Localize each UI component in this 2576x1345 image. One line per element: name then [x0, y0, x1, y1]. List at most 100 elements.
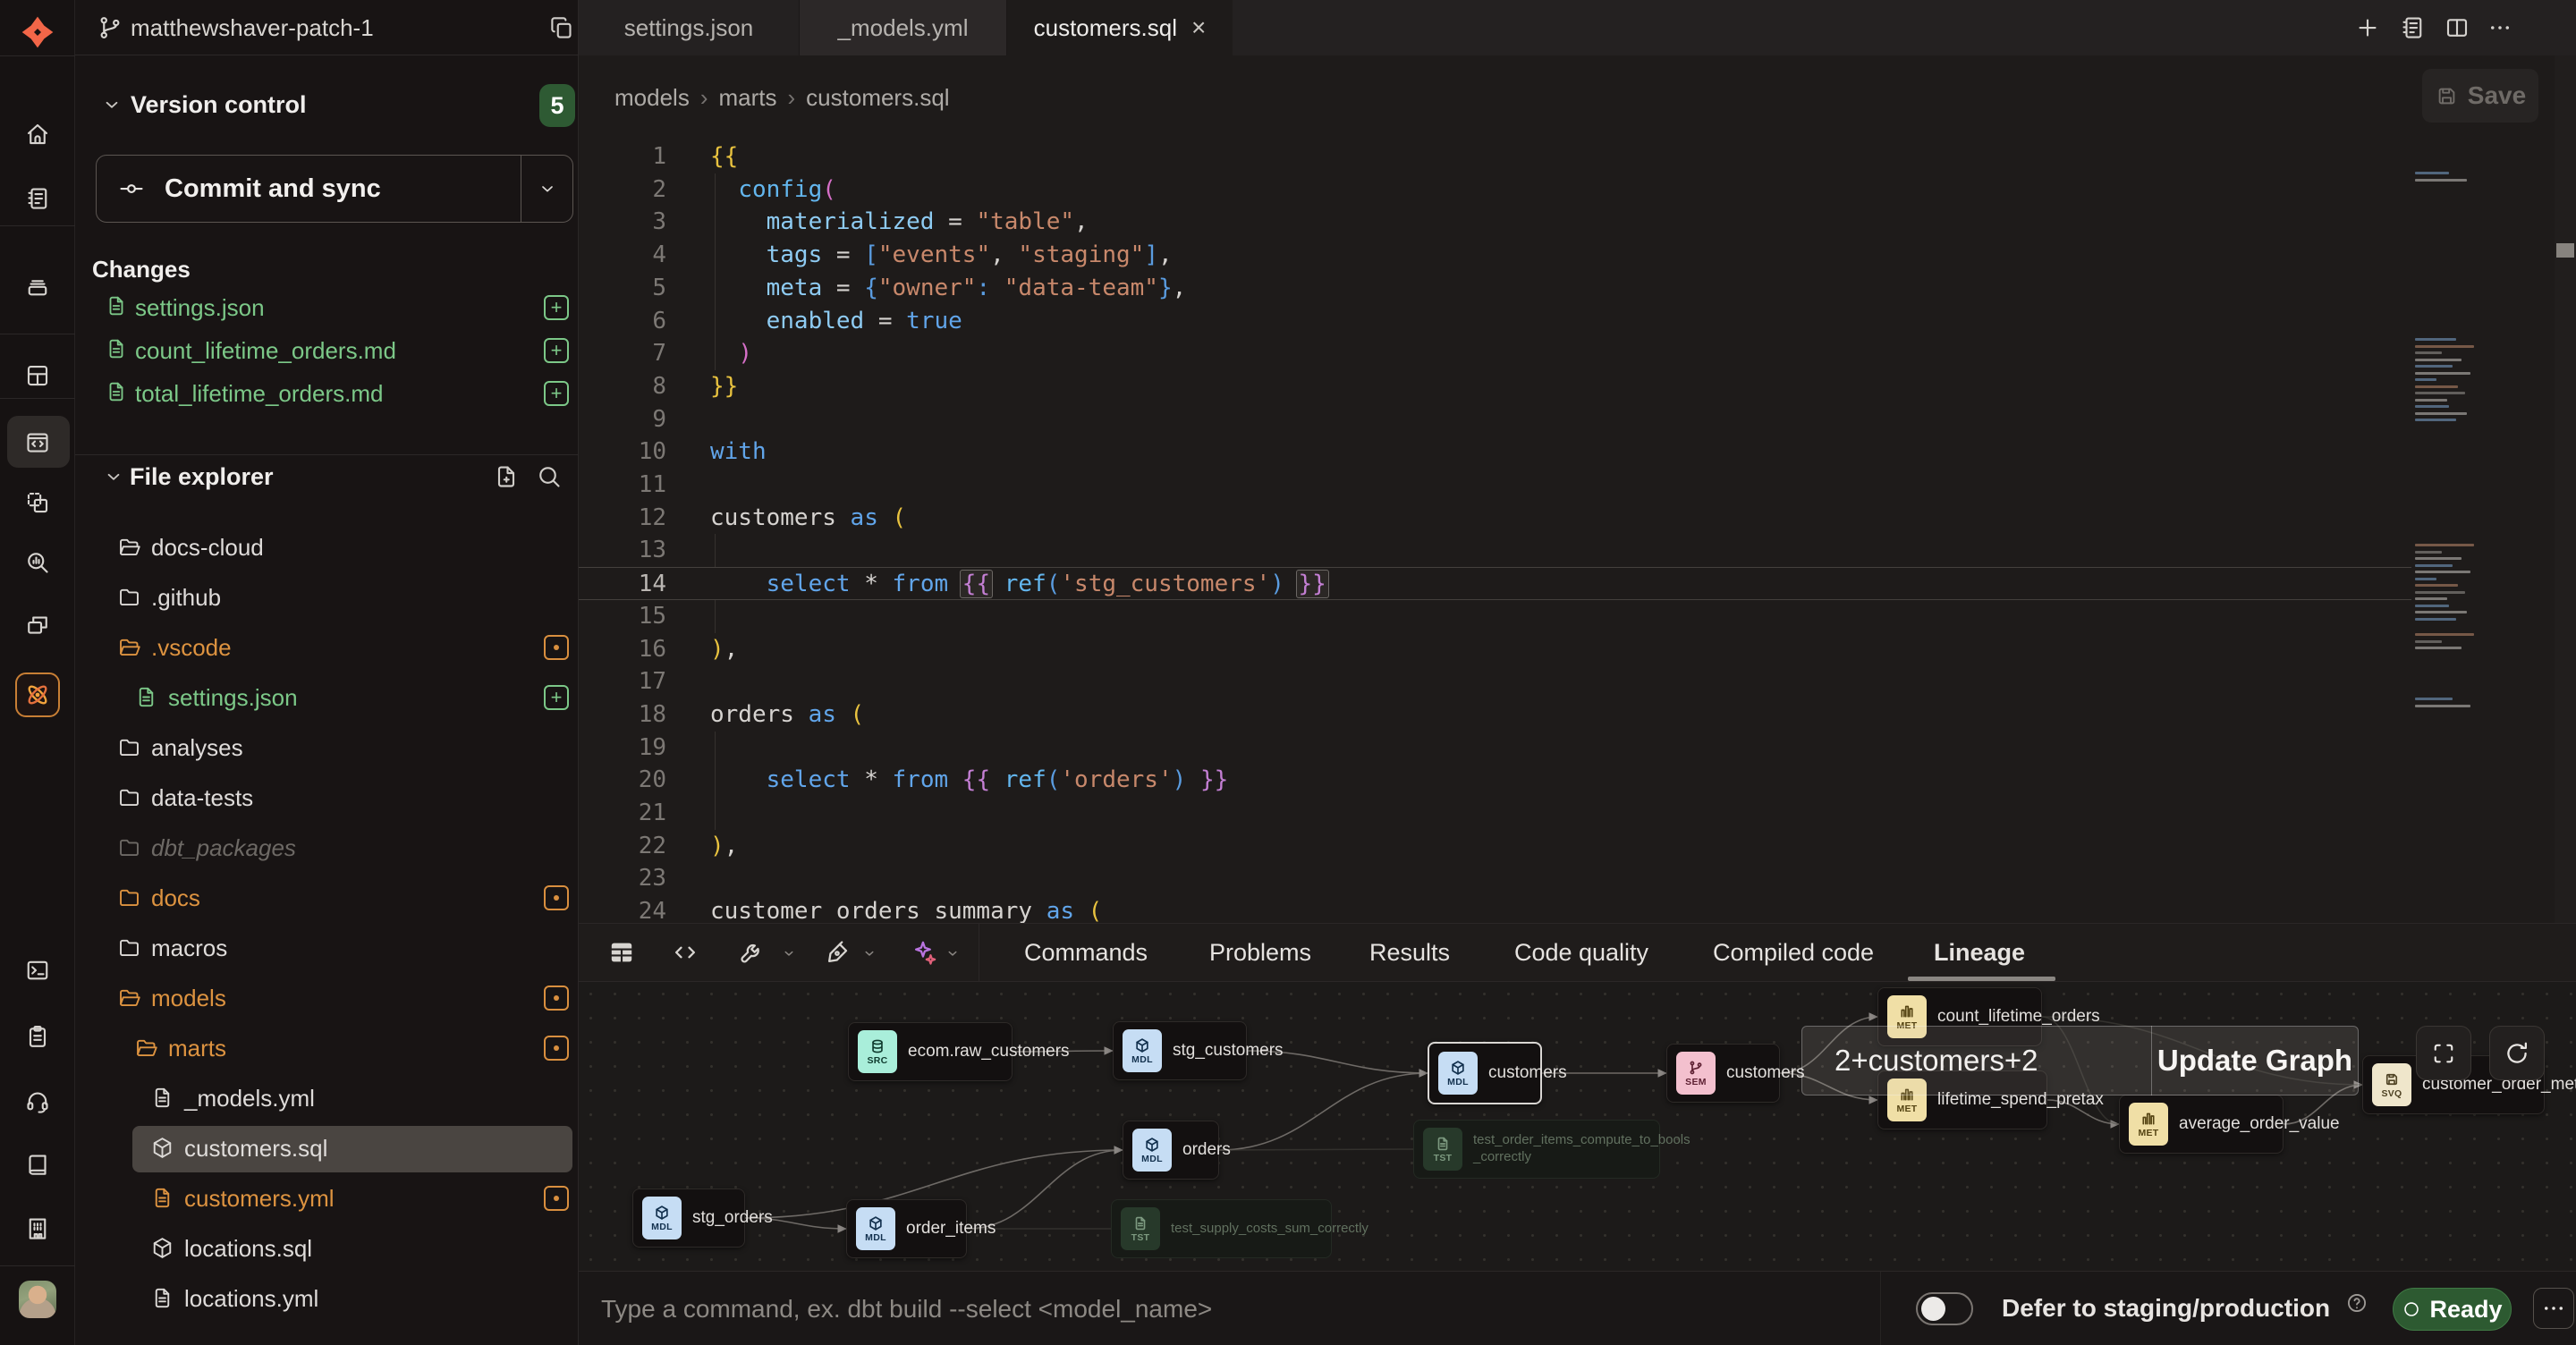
editor-scrollbar[interactable]	[2555, 55, 2576, 923]
rail-notebook-icon[interactable]	[0, 173, 75, 224]
tree-item-macros[interactable]: macros	[75, 924, 579, 974]
avatar[interactable]	[19, 1281, 56, 1318]
stage-add-badge[interactable]: +	[544, 381, 569, 406]
tree-item-docs[interactable]: docs	[75, 874, 579, 924]
minimap[interactable]	[2411, 73, 2528, 878]
help-icon[interactable]	[2345, 1291, 2368, 1315]
lineage-node-stgo[interactable]: MDL stg_orders	[632, 1189, 745, 1248]
code-tag-icon[interactable]	[671, 938, 699, 967]
ai-sparkle-icon[interactable]	[910, 938, 938, 967]
lineage-node-stgc[interactable]: MDL stg_customers	[1113, 1021, 1247, 1080]
rail-search-chart-icon[interactable]	[0, 537, 75, 588]
tab-customers.sql[interactable]: customers.sql×	[1007, 0, 1233, 55]
rail-terminal-icon[interactable]	[0, 945, 75, 995]
rail-headset-icon[interactable]	[0, 1077, 75, 1127]
tree-item-_models.yml[interactable]: _models.yml	[75, 1074, 579, 1124]
rail-stack-icon[interactable]	[0, 261, 75, 311]
tab-settings.json[interactable]: settings.json	[579, 0, 800, 55]
new-tab-plus-icon[interactable]	[2354, 14, 2381, 41]
tree-item-docs-cloud[interactable]: docs-cloud	[75, 523, 579, 573]
tree-item-analyses[interactable]: analyses	[75, 723, 579, 774]
stage-add-badge[interactable]: +	[544, 685, 569, 710]
modified-badge[interactable]	[544, 635, 569, 660]
tree-item-.github[interactable]: .github	[75, 573, 579, 623]
refresh-graph-button[interactable]	[2489, 1026, 2545, 1080]
mdl-type-icon: MDL	[856, 1207, 895, 1250]
build-wrench-icon[interactable]	[738, 938, 767, 967]
chevron-down-icon[interactable]	[781, 945, 797, 961]
lineage-node-sem[interactable]: SEM customers	[1666, 1044, 1780, 1103]
lineage-node-aov[interactable]: MET average_order_value	[2119, 1095, 2284, 1154]
rail-divider	[0, 225, 75, 226]
rail-atom-icon[interactable]	[15, 672, 60, 717]
notebook-panel-icon[interactable]	[2399, 14, 2426, 41]
lineage-node-raw[interactable]: SRC ecom.raw_customers	[848, 1022, 1013, 1081]
tree-item-data-tests[interactable]: data-tests	[75, 774, 579, 824]
dbt-logo[interactable]	[0, 7, 75, 57]
rail-windows-icon[interactable]	[0, 600, 75, 650]
lineage-canvas[interactable]: SRC ecom.raw_customers MDL stg_customers…	[579, 982, 2576, 1271]
tree-item-locations.sql[interactable]: locations.sql	[75, 1224, 579, 1274]
defer-toggle[interactable]	[1916, 1292, 1973, 1325]
lineage-node-oitems[interactable]: MDL order_items	[846, 1199, 967, 1258]
panel-tab-Commands[interactable]: Commands	[1024, 924, 1148, 981]
changed-file[interactable]: total_lifetime_orders.md +	[75, 373, 579, 416]
close-tab-icon[interactable]: ×	[1191, 13, 1206, 42]
update-graph-button[interactable]: Update Graph	[2152, 1044, 2358, 1078]
chevron-down-icon[interactable]	[100, 93, 123, 116]
branch-selector[interactable]: matthewshaver-patch-1	[75, 0, 578, 55]
tree-item-settings.json[interactable]: settings.json+	[75, 673, 579, 723]
changed-file[interactable]: settings.json +	[75, 287, 579, 330]
tree-item-models[interactable]: models	[75, 974, 579, 1024]
rail-home-icon[interactable]	[0, 109, 75, 159]
panel-tab-Code quality[interactable]: Code quality	[1514, 924, 1648, 981]
rail-copy-dashed-icon[interactable]	[0, 478, 75, 528]
panel-tab-Results[interactable]: Results	[1369, 924, 1450, 981]
search-icon[interactable]	[536, 463, 563, 490]
panel-tab-Problems[interactable]: Problems	[1209, 924, 1311, 981]
lineage-selector-input[interactable]: 2+customers+2	[1835, 1044, 2151, 1078]
modified-badge[interactable]	[544, 985, 569, 1011]
panel-tab-Lineage[interactable]: Lineage	[1934, 924, 2025, 981]
more-options-button[interactable]	[2533, 1288, 2574, 1329]
new-file-icon[interactable]	[493, 463, 520, 490]
tree-item-dbt_packages[interactable]: dbt_packages	[75, 824, 579, 874]
rail-clipboard-icon[interactable]	[0, 1011, 75, 1062]
fullscreen-button[interactable]	[2416, 1026, 2471, 1080]
tree-item-customers.sql[interactable]: customers.sql	[75, 1124, 579, 1174]
lineage-node-orders[interactable]: MDL orders	[1123, 1121, 1219, 1180]
tree-item-locations.yml[interactable]: locations.yml	[75, 1274, 579, 1324]
rail-book-icon[interactable]	[0, 1139, 75, 1189]
copy-branch-icon[interactable]	[548, 14, 575, 41]
commit-dropdown-chevron-icon[interactable]	[521, 156, 572, 222]
command-input[interactable]: Type a command, ex. dbt build --select <…	[601, 1295, 1212, 1324]
rail-dashboard-icon[interactable]	[0, 351, 75, 401]
lineage-node-t2[interactable]: TST test_supply_costs_sum_correctly	[1111, 1199, 1332, 1258]
split-view-icon[interactable]	[2444, 14, 2470, 41]
commit-and-sync-button[interactable]: Commit and sync	[96, 155, 573, 223]
stage-add-badge[interactable]: +	[544, 295, 569, 320]
chevron-down-icon[interactable]	[861, 945, 877, 961]
modified-badge[interactable]	[544, 885, 569, 910]
code-editor[interactable]: models›marts›customers.sql Save 1{{2 con…	[579, 55, 2576, 923]
tree-item-.vscode[interactable]: .vscode	[75, 623, 579, 673]
panel-tab-Compiled code[interactable]: Compiled code	[1713, 924, 1874, 981]
stage-add-badge[interactable]: +	[544, 338, 569, 363]
version-control-header[interactable]: Version control	[131, 91, 307, 119]
format-nib-icon[interactable]	[824, 938, 852, 967]
tree-item-customers.yml[interactable]: customers.yml	[75, 1174, 579, 1224]
modified-badge[interactable]	[544, 1036, 569, 1061]
chevron-down-icon[interactable]	[945, 945, 961, 961]
chevron-down-icon[interactable]	[102, 465, 125, 488]
lineage-node-t1[interactable]: TST test_order_items_compute_to_bools _c…	[1413, 1120, 1660, 1179]
modified-badge[interactable]	[544, 1186, 569, 1211]
results-grid-icon[interactable]	[607, 938, 636, 967]
file-explorer-header[interactable]: File explorer	[130, 463, 274, 491]
lineage-node-cust[interactable]: MDL customers	[1428, 1042, 1542, 1104]
rail-building-icon[interactable]	[0, 1204, 75, 1254]
tab-_models.yml[interactable]: _models.yml	[800, 0, 1007, 55]
overflow-menu-icon[interactable]	[2487, 14, 2513, 41]
rail-code-editor-icon[interactable]	[0, 418, 75, 468]
tree-item-marts[interactable]: marts	[75, 1024, 579, 1074]
changed-file[interactable]: count_lifetime_orders.md +	[75, 330, 579, 373]
